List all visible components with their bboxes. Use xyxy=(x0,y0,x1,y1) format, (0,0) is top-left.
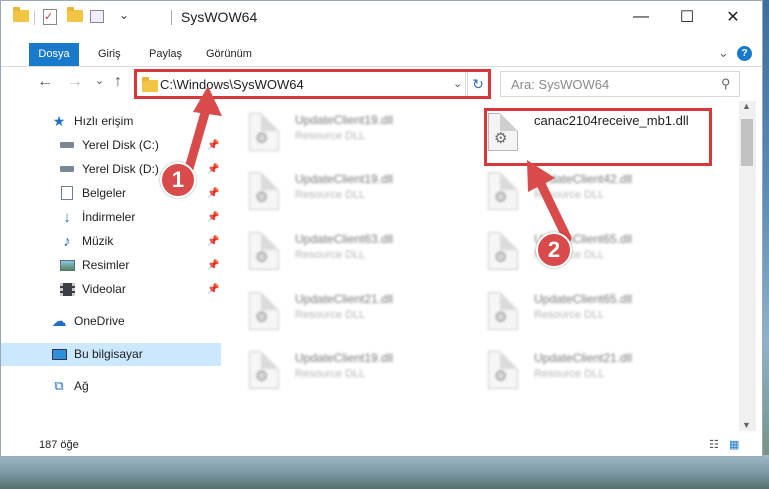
arrow-1-head xyxy=(193,86,222,116)
callout-badge-1: 1 xyxy=(160,162,196,198)
arrow-2-shaft xyxy=(535,177,572,243)
arrow-1-shaft xyxy=(183,101,212,177)
annotation-arrows xyxy=(183,86,572,243)
callout-badge-2: 2 xyxy=(536,232,572,268)
